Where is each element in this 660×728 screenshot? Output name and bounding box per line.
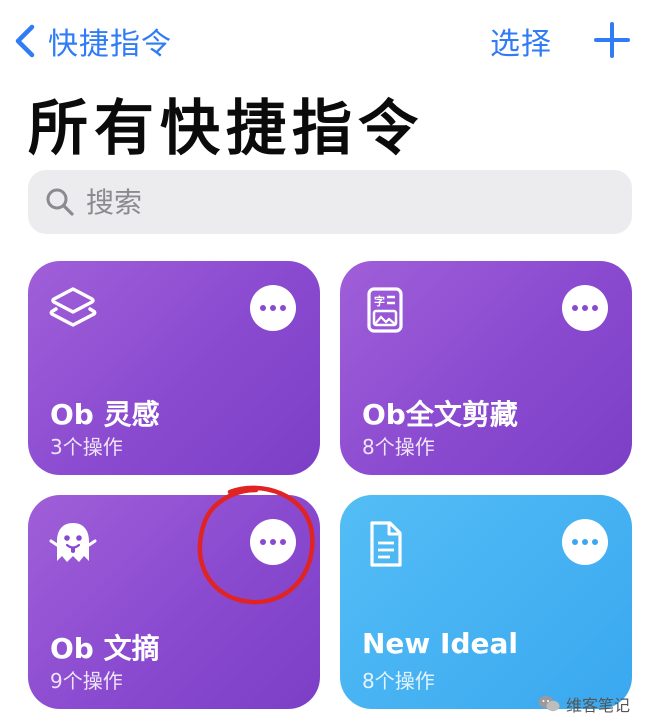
chevron-left-icon [15,24,35,58]
back-button[interactable]: 快捷指令 [12,18,172,64]
page-title: 所有快捷指令 [28,94,424,164]
shortcut-action-count: 8个操作 [362,435,435,459]
wechat-icon [538,696,560,712]
more-options-button[interactable] [250,285,296,331]
more-options-button[interactable] [562,285,608,331]
ellipsis-icon [572,305,598,311]
shortcut-card-new-ideal[interactable]: New Ideal 8个操作 [340,495,632,709]
search-bar[interactable] [28,170,632,234]
ellipsis-icon [572,539,598,545]
shortcut-card-ob-digest[interactable]: Ob 文摘 9个操作 [28,495,320,709]
select-button[interactable]: 选择 [490,18,552,64]
shortcut-action-count: 3个操作 [50,435,123,459]
shortcut-action-count: 8个操作 [362,669,435,693]
more-options-button[interactable] [562,519,608,565]
shortcut-title: Ob全文剪藏 [362,398,518,431]
svg-text:字: 字 [374,294,385,308]
shortcuts-screen: 快捷指令 选择 所有快捷指令 Ob 灵感 3个操作 字 [0,0,660,728]
add-shortcut-button[interactable] [592,20,632,60]
ellipsis-icon [260,539,286,545]
layers-icon [49,287,97,327]
search-icon [46,188,74,216]
shortcut-card-ob-fulltext-clip[interactable]: 字 Ob全文剪藏 8个操作 [340,261,632,475]
watermark-text: 维客笔记 [566,696,631,715]
shortcut-title: Ob 灵感 [50,398,160,431]
shortcut-card-ob-inspiration[interactable]: Ob 灵感 3个操作 [28,261,320,475]
more-options-button[interactable] [250,519,296,565]
search-input[interactable] [84,184,608,220]
text-image-doc-icon: 字 [367,287,403,333]
shortcut-title: Ob 文摘 [50,632,160,665]
document-icon [370,521,402,567]
ghost-icon [49,523,97,562]
ellipsis-icon [260,305,286,311]
back-label: 快捷指令 [48,27,172,62]
watermark: 维客笔记 [538,692,630,716]
shortcut-title: New Ideal [362,627,518,660]
shortcut-action-count: 9个操作 [50,669,123,693]
